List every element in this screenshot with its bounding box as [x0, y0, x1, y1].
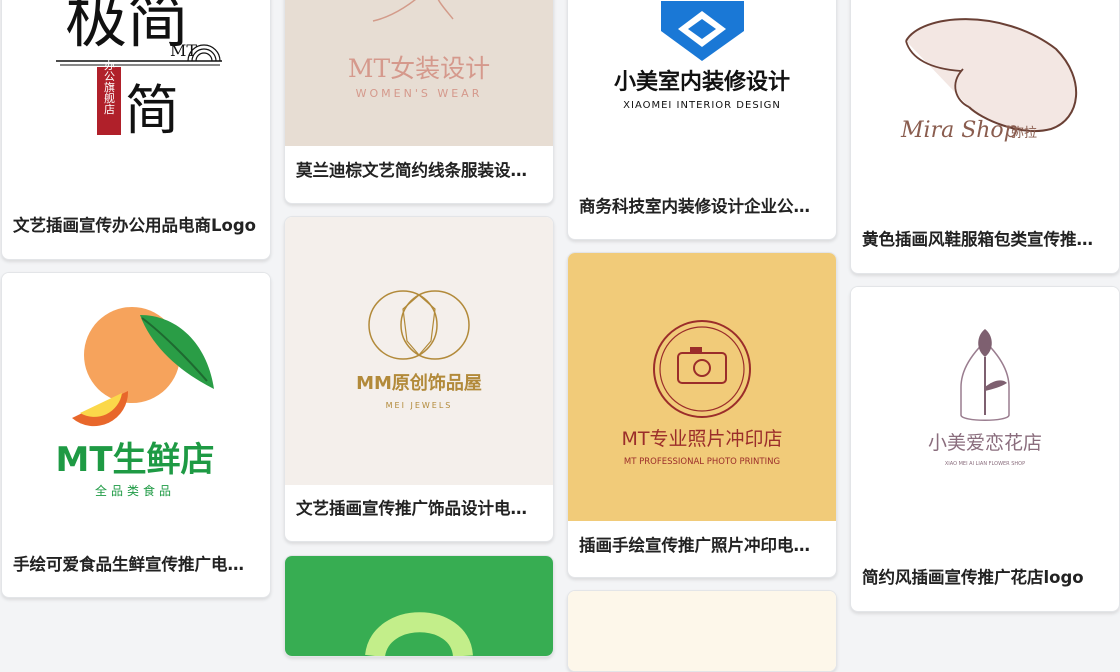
template-card-shoes-bags-logo[interactable]: Mira Shop 弥拉 黄色插画风鞋服箱包类宣传推广logo — [850, 0, 1120, 274]
card-title: 文艺插画宣传办公用品电商Logo — [13, 216, 256, 235]
template-card-green-partial[interactable] — [284, 555, 554, 657]
card-thumbnail: MT生鲜店 全品类食品 — [2, 273, 270, 538]
card-thumbnail: Mira Shop 弥拉 — [851, 0, 1119, 214]
card-title: 插画手绘宣传推广照片冲印电商logo — [579, 536, 822, 555]
logo-brand: 小美爱恋花店 — [928, 432, 1042, 454]
card-title: 手绘可爱食品生鲜宣传推广电商logo — [13, 555, 256, 574]
card-title: 商务科技室内装修设计企业公司logo — [579, 197, 822, 216]
svg-text:MEI JEWELS: MEI JEWELS — [386, 401, 453, 410]
logo-script: Mira Shop — [900, 118, 1018, 143]
logo-brand: MT女装设计 — [348, 54, 490, 83]
logo-brand: MT生鲜店 — [55, 440, 214, 480]
card-thumbnail: MM原创饰品屋 MEI JEWELS — [285, 217, 553, 485]
svg-text:XIAO MEI AI LIAN FLOWER SHOP: XIAO MEI AI LIAN FLOWER SHOP — [945, 461, 1025, 467]
card-thumbnail: 小美爱恋花店 XIAO MEI AI LIAN FLOWER SHOP — [851, 287, 1119, 555]
card-title: 文艺插画宣传推广饰品设计电商logo — [296, 499, 539, 518]
card-thumbnail: 小美室内装修设计 XIAOMEI INTERIOR DESIGN — [568, 0, 836, 179]
card-thumbnail: MT专业照片冲印店 MT PROFESSIONAL PHOTO PRINTING — [568, 253, 836, 521]
template-card-fresh-food-logo[interactable]: MT生鲜店 全品类食品 手绘可爱食品生鲜宣传推广电商logo — [1, 272, 271, 598]
svg-text:全品类食品: 全品类食品 — [95, 483, 175, 498]
svg-text:XIAOMEI INTERIOR DESIGN: XIAOMEI INTERIOR DESIGN — [623, 100, 781, 111]
logo-brand: MT专业照片冲印店 — [622, 428, 783, 450]
template-card-cream-partial[interactable] — [567, 590, 837, 672]
card-thumbnail — [568, 591, 836, 671]
diamond-rings-icon: MM原创饰品屋 MEI JEWELS — [285, 217, 553, 485]
card-title: 莫兰迪棕文艺简约线条服装设计logo — [296, 161, 539, 180]
svg-text:MT: MT — [170, 41, 197, 60]
tulip-icon: 小美爱恋花店 XIAO MEI AI LIAN FLOWER SHOP — [851, 287, 1119, 555]
card-title: 简约风插画宣传推广花店logo — [862, 568, 1084, 587]
template-card-photo-print-logo[interactable]: MT专业照片冲印店 MT PROFESSIONAL PHOTO PRINTING… — [567, 252, 837, 578]
template-card-fashion-logo[interactable]: MT女装设计 WOMEN'S WEAR 莫兰迪棕文艺简约线条服装设计logo — [284, 0, 554, 204]
cream-thumb-icon — [568, 591, 836, 671]
svg-text:WOMEN'S WEAR: WOMEN'S WEAR — [356, 87, 483, 100]
logo-brand: MM原创饰品屋 — [356, 372, 482, 394]
green-shape-icon — [285, 556, 553, 656]
card-thumbnail: 极简 MT 办公旗舰店 简 — [2, 0, 270, 204]
orange-fruit-icon: MT生鲜店 全品类食品 — [2, 273, 270, 538]
card-thumbnail: MT女装设计 WOMEN'S WEAR — [285, 0, 553, 146]
template-card-office-logo[interactable]: 极简 MT 办公旗舰店 简 文艺插画宣传办公用品电商Logo — [1, 0, 271, 260]
card-title: 黄色插画风鞋服箱包类宣传推广logo — [862, 230, 1105, 249]
svg-text:MT PROFESSIONAL PHOTO PRINTING: MT PROFESSIONAL PHOTO PRINTING — [624, 457, 780, 467]
template-card-jewelry-logo[interactable]: MM原创饰品屋 MEI JEWELS 文艺插画宣传推广饰品设计电商logo — [284, 216, 554, 542]
template-card-flower-shop-logo[interactable]: 小美爱恋花店 XIAO MEI AI LIAN FLOWER SHOP 简约风插… — [850, 286, 1120, 612]
blue-cube-icon: 小美室内装修设计 XIAOMEI INTERIOR DESIGN — [568, 0, 836, 179]
logo-brand: 小美室内装修设计 — [614, 69, 790, 95]
camera-badge-icon: MT专业照片冲印店 MT PROFESSIONAL PHOTO PRINTING — [568, 253, 836, 521]
figure-line-icon: MT女装设计 WOMEN'S WEAR — [285, 0, 553, 146]
svg-text:办公旗舰店: 办公旗舰店 — [103, 59, 116, 114]
card-thumbnail — [285, 556, 553, 656]
template-card-interior-logo[interactable]: 小美室内装修设计 XIAOMEI INTERIOR DESIGN 商务科技室内装… — [567, 0, 837, 240]
svg-text:弥拉: 弥拉 — [1011, 125, 1037, 141]
svg-text:简: 简 — [125, 79, 179, 142]
woman-hat-icon: Mira Shop 弥拉 — [851, 0, 1119, 214]
circle-stripes-icon: 极简 MT 办公旗舰店 简 — [2, 0, 270, 204]
